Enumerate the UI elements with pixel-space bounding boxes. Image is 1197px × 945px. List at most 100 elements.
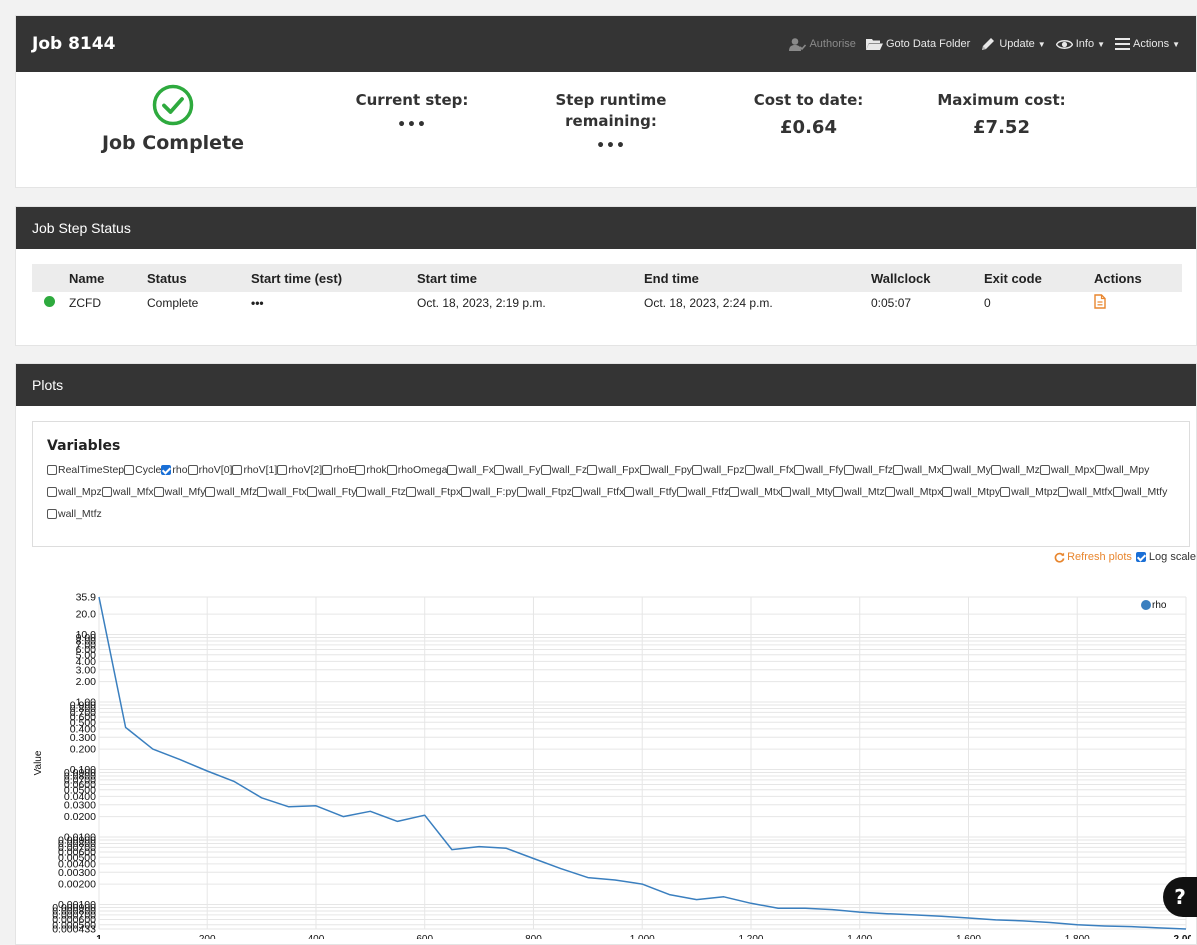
variable-option[interactable]: wall_Mz [990,460,1040,480]
variable-option[interactable]: wall_Ftfx [571,482,624,502]
variable-option[interactable]: wall_Ftpx [405,482,461,502]
variable-option[interactable]: wall_Fty [306,482,356,502]
variable-option[interactable]: wall_Mx [893,460,942,480]
variable-option[interactable]: wall_Ftx [257,482,307,502]
variable-checkbox[interactable] [729,487,740,497]
variable-checkbox[interactable] [1094,465,1105,475]
variable-checkbox[interactable] [405,487,416,497]
goto-data-folder-button[interactable]: Goto Data Folder [865,38,970,50]
variable-option[interactable]: rhoV[2] [277,460,322,480]
variable-checkbox[interactable] [794,465,805,475]
variable-option[interactable]: rhoOmega [386,460,447,480]
actions-menu[interactable]: Actions ▼ [1115,38,1180,50]
variable-option[interactable]: rhoV[0] [187,460,232,480]
variable-checkbox[interactable] [161,465,172,475]
variable-checkbox[interactable] [355,465,366,475]
variable-option[interactable]: wall_Mfy [153,482,205,502]
document-icon[interactable] [1094,294,1106,309]
variable-option[interactable]: wall_Mtfy [1112,482,1167,502]
authorise-button[interactable]: Authorise [789,37,856,51]
variable-option[interactable]: wall_Mtpy [942,482,1000,502]
variable-option[interactable]: wall_Mfz [205,482,257,502]
variable-checkbox[interactable] [676,487,687,497]
variable-checkbox[interactable] [884,487,895,497]
variable-option[interactable]: wall_Fx [447,460,494,480]
variable-checkbox[interactable] [47,509,57,519]
variable-option[interactable]: wall_Fy [494,460,541,480]
variable-option[interactable]: wall_Fpx [587,460,640,480]
variable-checkbox[interactable] [639,465,650,475]
variable-option[interactable]: rho [161,460,188,480]
variable-option[interactable]: wall_Ffx [744,460,794,480]
variable-option[interactable]: Cycle [124,460,161,480]
variable-checkbox[interactable] [47,465,57,475]
variable-checkbox[interactable] [232,465,243,475]
variable-option[interactable]: wall_My [941,460,991,480]
variable-checkbox[interactable] [205,487,216,497]
variable-checkbox[interactable] [101,487,112,497]
variable-checkbox[interactable] [187,465,198,475]
variable-option[interactable]: wall_Mtpz [1000,482,1058,502]
log-scale-checkbox[interactable] [1135,552,1146,562]
variable-checkbox[interactable] [386,465,397,475]
variable-checkbox[interactable] [990,465,1001,475]
variable-checkbox[interactable] [587,465,598,475]
variable-option[interactable]: wall_Ftpz [516,482,572,502]
variable-checkbox[interactable] [571,487,582,497]
variable-option[interactable]: wall_Ftz [356,482,406,502]
variable-option[interactable]: wall_Mtfz [47,504,102,524]
variable-option[interactable]: wall_Mtpx [884,482,942,502]
variable-checkbox[interactable] [447,465,458,475]
variable-checkbox[interactable] [356,487,367,497]
variable-checkbox[interactable] [257,487,268,497]
refresh-plots-button[interactable]: Refresh plots [1054,551,1132,563]
variable-option[interactable]: wall_Fpy [639,460,692,480]
update-menu[interactable]: Update ▼ [980,36,1046,52]
variable-checkbox[interactable] [1000,487,1011,497]
variable-option[interactable]: wall_F:py [461,482,517,502]
variable-checkbox[interactable] [540,465,551,475]
info-menu[interactable]: Info ▼ [1055,38,1105,50]
variable-checkbox[interactable] [843,465,854,475]
variable-checkbox[interactable] [1057,487,1068,497]
variable-checkbox[interactable] [941,465,952,475]
variable-option[interactable]: wall_Mpy [1094,460,1149,480]
variable-option[interactable]: wall_Mtx [729,482,781,502]
variable-option[interactable]: wall_Ftfy [624,482,677,502]
help-button[interactable]: ? [1163,877,1197,917]
variable-checkbox[interactable] [461,487,472,497]
variable-option[interactable]: RealTimeStep [47,460,124,480]
variable-option[interactable]: wall_Mtfx [1057,482,1113,502]
variable-checkbox[interactable] [624,487,635,497]
variable-option[interactable]: wall_Fz [540,460,587,480]
variable-checkbox[interactable] [1112,487,1123,497]
variable-checkbox[interactable] [277,465,288,475]
variable-option[interactable]: rhoE [322,460,355,480]
variable-checkbox[interactable] [781,487,792,497]
variable-checkbox[interactable] [153,487,164,497]
variable-option[interactable]: wall_Mty [781,482,833,502]
variable-checkbox[interactable] [47,487,57,497]
variable-option[interactable]: wall_Mpz [47,482,102,502]
variable-option[interactable]: wall_Fpz [692,460,745,480]
variable-checkbox[interactable] [516,487,527,497]
variable-checkbox[interactable] [1039,465,1050,475]
variable-checkbox[interactable] [692,465,703,475]
variable-checkbox[interactable] [893,465,904,475]
variable-option[interactable]: rhok [355,460,387,480]
variable-checkbox[interactable] [832,487,843,497]
variable-option[interactable]: wall_Ftfz [676,482,729,502]
variable-option[interactable]: wall_Mtz [832,482,885,502]
variable-option[interactable]: wall_Ffy [794,460,844,480]
variable-option[interactable]: rhoV[1] [232,460,277,480]
variable-checkbox[interactable] [322,465,333,475]
variable-option[interactable]: wall_Ffz [843,460,893,480]
variable-checkbox[interactable] [494,465,504,475]
variable-checkbox[interactable] [744,465,755,475]
variable-checkbox[interactable] [942,487,953,497]
variable-checkbox[interactable] [306,487,317,497]
log-scale-toggle[interactable]: Log scale [1135,551,1196,563]
variable-checkbox[interactable] [124,465,135,475]
variable-option[interactable]: wall_Mpx [1039,460,1095,480]
variable-option[interactable]: wall_Mfx [101,482,154,502]
